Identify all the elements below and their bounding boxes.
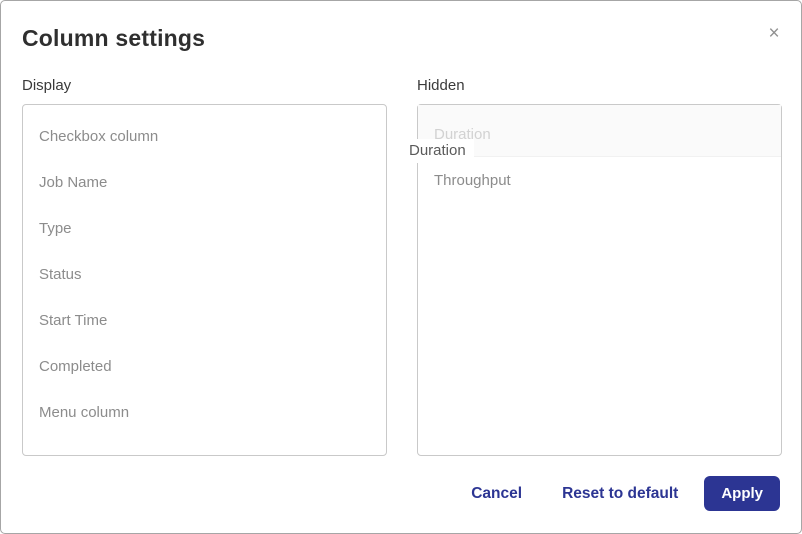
list-item-checkbox-column[interactable]: Checkbox column xyxy=(23,113,386,159)
column-settings-dialog: Column settings × Display Checkbox colum… xyxy=(0,0,802,534)
display-section: Display Checkbox column Job Name Type St… xyxy=(22,77,387,456)
list-item-menu-column[interactable]: Menu column xyxy=(23,389,386,435)
cancel-button[interactable]: Cancel xyxy=(471,485,522,503)
drag-preview-duration[interactable]: Duration xyxy=(408,139,474,163)
reset-to-default-button[interactable]: Reset to default xyxy=(562,485,678,503)
list-item-type[interactable]: Type xyxy=(23,205,386,251)
hidden-section-label: Hidden xyxy=(417,77,782,95)
list-item-completed[interactable]: Completed xyxy=(23,343,386,389)
dialog-title: Column settings xyxy=(22,25,205,52)
hidden-section: Hidden Duration Throughput Duration xyxy=(417,77,782,456)
dialog-footer: Cancel Reset to default Apply xyxy=(471,476,780,511)
display-section-label: Display xyxy=(22,77,387,95)
close-icon[interactable]: × xyxy=(761,21,787,47)
display-column-list: Checkbox column Job Name Type Status Sta… xyxy=(22,104,387,456)
list-item-status[interactable]: Status xyxy=(23,251,386,297)
apply-button[interactable]: Apply xyxy=(704,476,780,511)
list-item-throughput[interactable]: Throughput xyxy=(418,157,781,203)
list-item-start-time[interactable]: Start Time xyxy=(23,297,386,343)
list-item-job-name[interactable]: Job Name xyxy=(23,159,386,205)
